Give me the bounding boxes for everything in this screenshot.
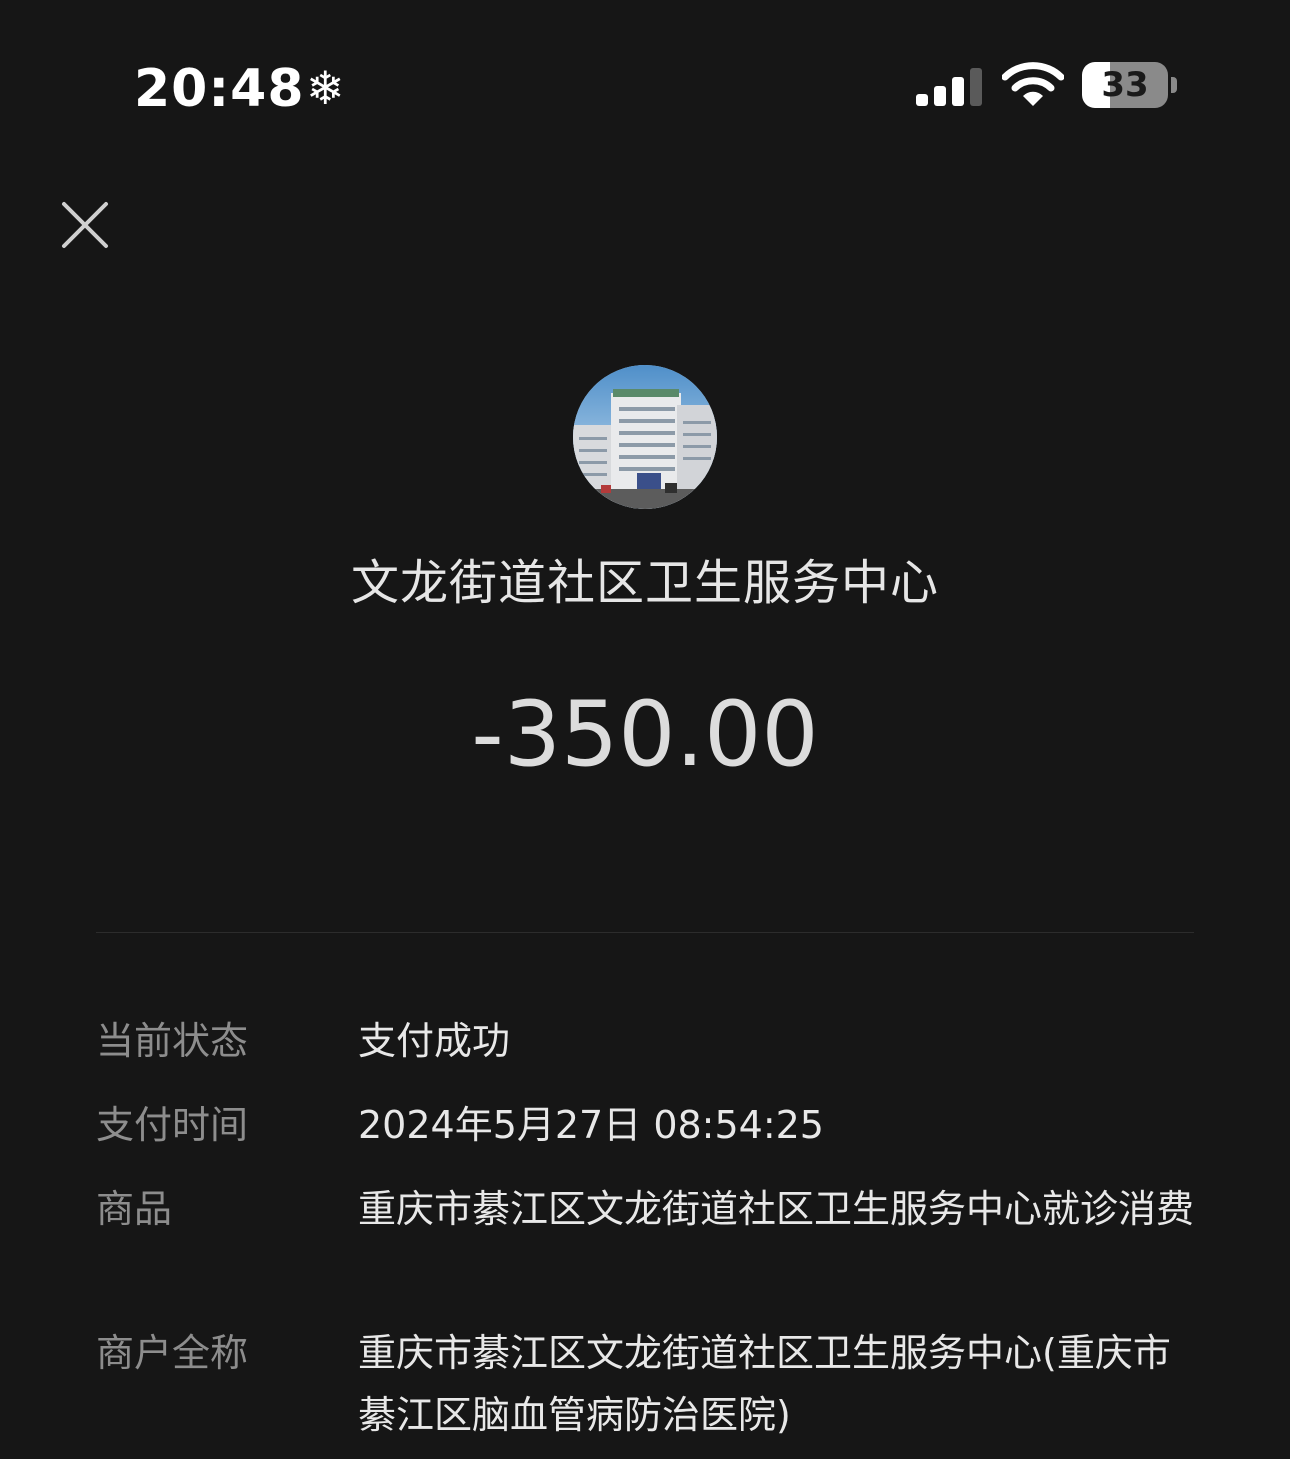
detail-value: 重庆市綦江区文龙街道社区卫生服务中心就诊消费	[358, 1187, 1195, 1231]
merchant-name: 文龙街道社区卫生服务中心	[350, 555, 939, 611]
battery-percent: 33	[1101, 65, 1149, 105]
detail-label: 支付时间	[96, 1103, 249, 1147]
detail-value: 2024年5月27日 08:54:25	[358, 1103, 824, 1147]
detail-label: 当前状态	[96, 1019, 249, 1063]
close-icon[interactable]	[56, 196, 116, 256]
status-bar: 20:48 ❄ 33	[0, 0, 1290, 180]
merchant-avatar	[573, 365, 717, 509]
battery-icon: 33	[1082, 62, 1180, 110]
detail-label: 商户全称	[96, 1331, 249, 1375]
status-time: 20:48	[134, 59, 305, 119]
snowflake-icon: ❄	[306, 61, 345, 115]
detail-value: 重庆市綦江区文龙街道社区卫生服务中心(重庆市綦江区脑血管病防治医院)	[358, 1331, 1171, 1437]
payment-detail-screen: 20:48 ❄ 33 文龙街道社区卫生服务中心 -350.00 当前状态 支付成…	[0, 0, 1290, 1459]
payment-amount: -350.00	[471, 682, 819, 787]
detail-value: 支付成功	[358, 1019, 511, 1063]
divider	[96, 932, 1194, 933]
wifi-icon	[1002, 62, 1064, 106]
detail-label: 商品	[96, 1187, 173, 1231]
hospital-building-image	[573, 365, 717, 509]
signal-icon	[916, 68, 982, 106]
